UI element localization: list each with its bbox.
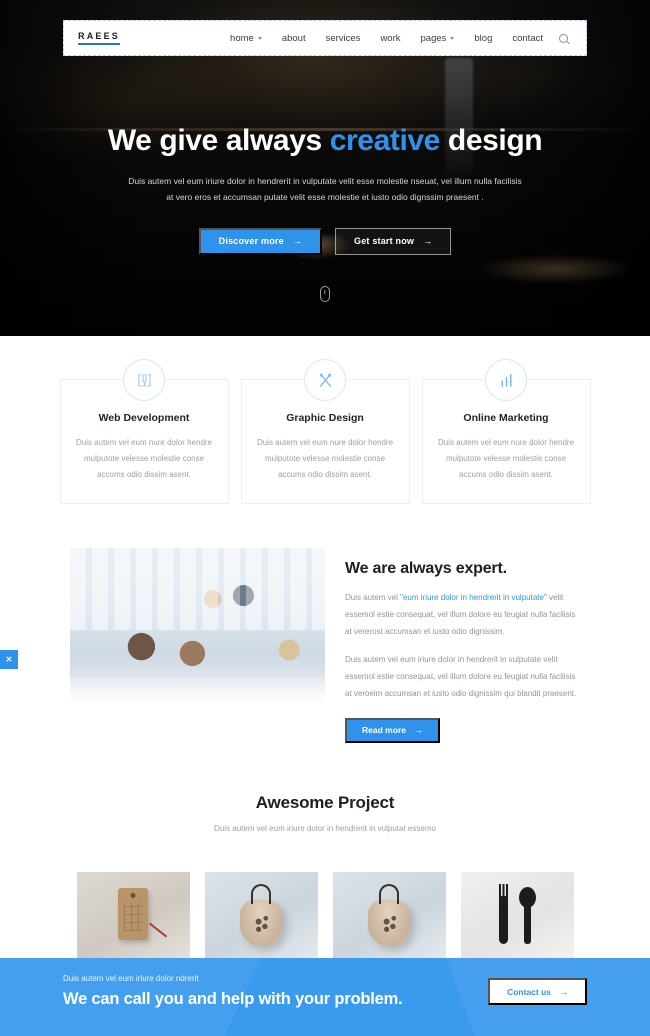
nav-item-label: services	[325, 32, 361, 44]
expert-title: We are always expert.	[345, 560, 507, 577]
service-title: Web Development	[98, 412, 190, 424]
cta-section: Duis autem vel eum iriure dolor ndrerit …	[0, 958, 650, 1036]
projects-section: Awesome Project Duis autem vel eum iriur…	[0, 793, 650, 965]
hero-title-part2: design	[439, 124, 543, 157]
hero-title-highlight: creative	[329, 124, 441, 157]
hero-title-part1: We give always	[107, 124, 330, 157]
expert-team-photo	[70, 548, 325, 718]
contact-us-button[interactable]: Contact us →	[488, 978, 587, 1005]
nav-item-label: home	[230, 32, 254, 44]
graphic-design-icon	[304, 359, 346, 401]
project-item-cutlery[interactable]	[460, 871, 574, 965]
nav-item-blog[interactable]: blog	[464, 33, 502, 44]
service-text: Duis autem vel eum nure dolor hendre mul…	[256, 438, 394, 479]
arrow-right-icon: →	[413, 725, 423, 736]
cta-text-block: Duis autem vel eum iriure dolor ndrerit …	[63, 974, 403, 1009]
expert-section: We are always expert. Duis autem vel "eu…	[0, 548, 650, 743]
projects-subtitle: Duis autem vel eum iriure dolor in hendr…	[214, 823, 436, 833]
cta-headline: We can call you and help with your probl…	[63, 990, 403, 1008]
expert-paragraph-1-quote: "eum iriure dolor in hendrerit in vulput…	[400, 593, 547, 602]
nav-item-home[interactable]: home	[220, 33, 272, 44]
get-start-now-label: Get start now	[354, 236, 415, 247]
hero-desk-object-secondary	[480, 255, 630, 283]
projects-grid	[0, 871, 650, 965]
chevron-down-icon	[450, 36, 455, 40]
arrow-right-icon: →	[423, 236, 433, 247]
service-card-graphic-design[interactable]: Graphic Design Duis autem vel eum nure d…	[240, 359, 410, 504]
nav-item-label: pages	[420, 32, 447, 44]
close-panel-tab[interactable]: ✕	[0, 650, 18, 669]
nav-item-label: work	[380, 32, 401, 44]
nav-item-work[interactable]: work	[370, 33, 410, 44]
close-icon: ✕	[5, 655, 13, 664]
discover-more-label: Discover more	[218, 236, 284, 247]
cta-inner: Duis autem vel eum iriure dolor ndrerit …	[0, 958, 650, 1009]
cta-small-text: Duis autem vel eum iriure dolor ndrerit	[63, 974, 199, 983]
expert-paragraph-1-pre: Duis autem vel	[345, 593, 401, 602]
online-marketing-icon	[485, 359, 527, 401]
spoon-image	[518, 886, 536, 944]
nav-menu: home about services work pages blog cont…	[220, 33, 578, 44]
contact-us-label: Contact us	[507, 986, 551, 997]
service-text: Duis autem vel eum nure dolor hendre mul…	[437, 438, 575, 479]
service-text: Duis autem vel eum nure dolor hendre mul…	[75, 438, 213, 479]
paper-tag-image	[118, 887, 148, 940]
hero-title: We give always creative design	[0, 124, 650, 159]
hero-section: RAEES home about services work pages blo…	[0, 0, 650, 336]
nav-item-label: about	[281, 32, 306, 44]
mouse-scroll-icon	[320, 286, 330, 302]
nav-search-button[interactable]	[553, 33, 578, 43]
service-title: Online Marketing	[463, 412, 549, 424]
hero-button-group: Discover more → Get start now →	[0, 227, 650, 255]
nav-item-label: contact	[512, 32, 543, 44]
expert-paragraph-1: Duis autem vel "eum iriure dolor in hend…	[345, 590, 580, 640]
web-development-icon	[123, 359, 165, 401]
nav-item-label: blog	[474, 32, 493, 44]
service-card-online-marketing[interactable]: Online Marketing Duis autem vel eum nure…	[421, 359, 591, 504]
read-more-label: Read more	[362, 725, 406, 736]
site-logo[interactable]: RAEES	[78, 31, 121, 45]
arrow-right-icon: →	[292, 236, 303, 247]
discover-more-button[interactable]: Discover more →	[198, 227, 323, 255]
search-icon	[559, 33, 568, 43]
main-navbar: RAEES home about services work pages blo…	[63, 20, 587, 56]
arrow-right-icon: →	[559, 986, 568, 997]
project-item-printed-pouch[interactable]	[332, 871, 446, 965]
printed-pouch-image	[368, 899, 410, 946]
nav-item-services[interactable]: services	[316, 33, 371, 44]
service-card-web-development[interactable]: Web Development Duis autem vel eum nure …	[59, 359, 229, 504]
expert-paragraph-2: Duis autem vel eum iriure dolor in hendr…	[345, 655, 577, 698]
hero-content: We give always creative design Duis aute…	[0, 124, 650, 255]
hero-subtitle: Duis autem vel eum iriure dolor in hendr…	[128, 175, 522, 203]
drawstring-pouch-image	[240, 899, 282, 946]
chevron-down-icon	[257, 36, 262, 40]
projects-title: Awesome Project	[255, 792, 395, 812]
fork-image	[498, 883, 508, 944]
scroll-down-indicator[interactable]	[320, 286, 330, 302]
nav-item-contact[interactable]: contact	[502, 33, 553, 44]
project-item-paper-tag[interactable]	[76, 871, 190, 965]
services-section: Web Development Duis autem vel eum nure …	[0, 336, 650, 504]
tag-string	[148, 922, 167, 938]
nav-item-about[interactable]: about	[272, 33, 316, 44]
service-title: Graphic Design	[286, 412, 364, 424]
read-more-button[interactable]: Read more →	[345, 717, 440, 743]
project-item-drawstring-pouch[interactable]	[204, 871, 318, 965]
nav-item-pages[interactable]: pages	[411, 33, 465, 44]
expert-body: We are always expert. Duis autem vel "eu…	[325, 548, 580, 743]
get-start-now-button[interactable]: Get start now →	[335, 227, 452, 255]
